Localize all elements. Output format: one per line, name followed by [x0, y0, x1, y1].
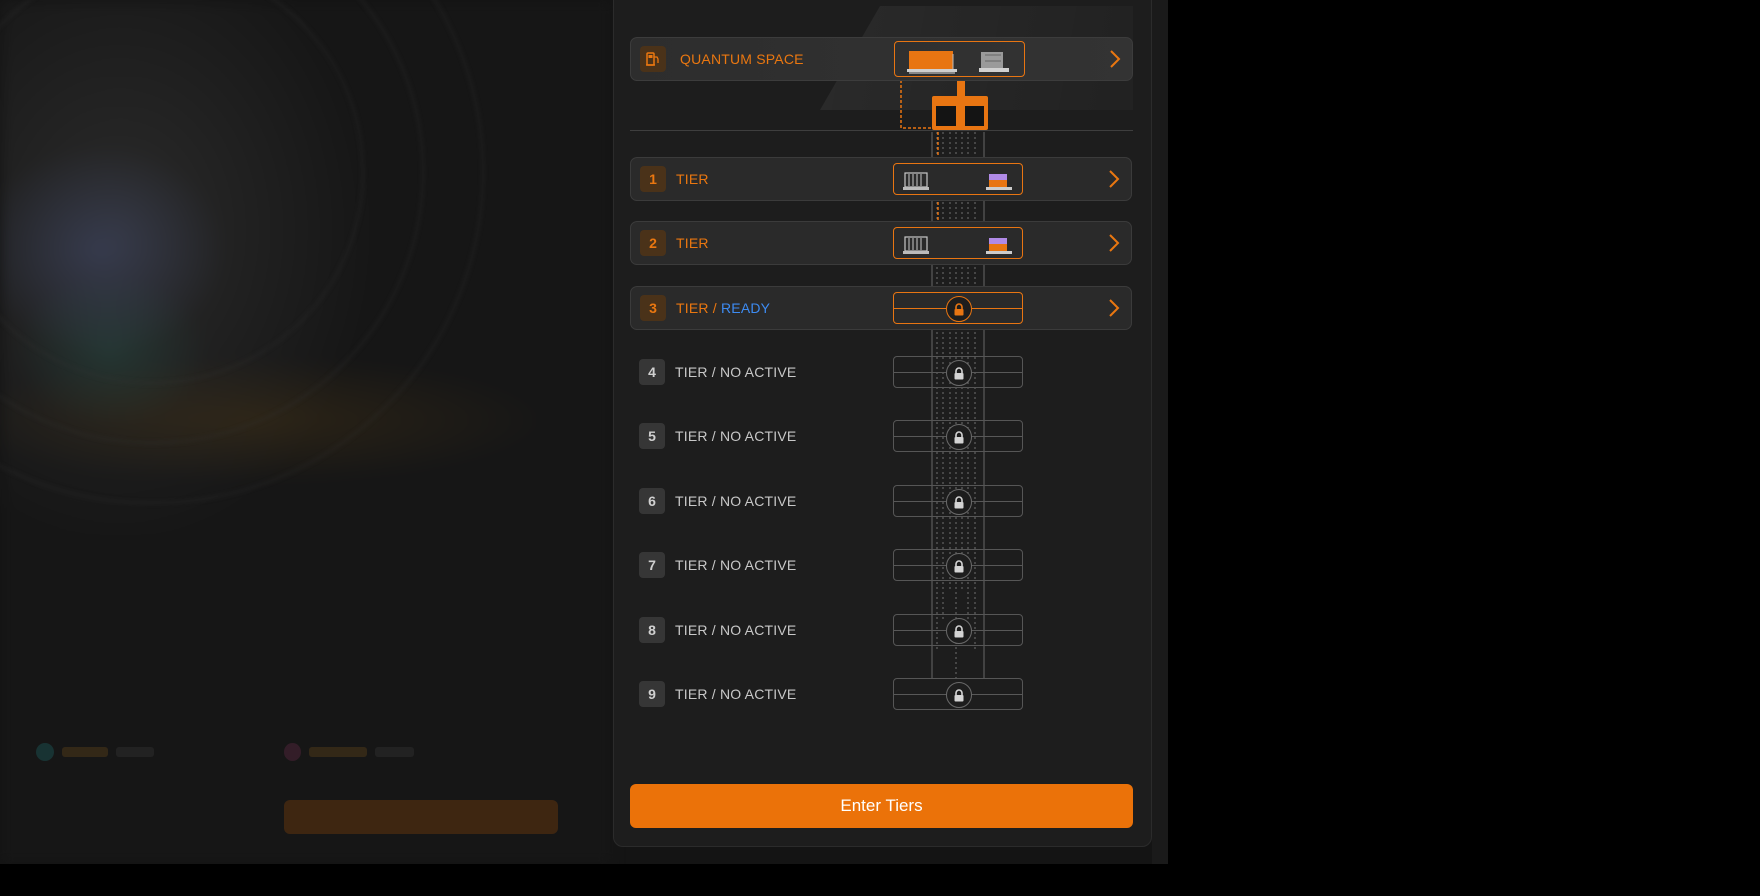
tier-slot-9	[893, 678, 1023, 710]
slot-rail	[972, 436, 1022, 437]
lock-icon	[946, 296, 972, 322]
chevron-right-icon[interactable]	[1103, 297, 1125, 319]
slot-rail	[972, 565, 1022, 566]
lock-icon	[946, 360, 972, 386]
tier-row-6: 6 TIER / NO ACTIVE	[630, 479, 1132, 523]
tier-slot-3	[893, 292, 1023, 324]
slot-rail	[894, 565, 946, 566]
tier-number-badge: 2	[640, 230, 666, 256]
enter-tiers-button[interactable]: Enter Tiers	[630, 784, 1133, 828]
quantum-space-row[interactable]: QUANTUM SPACE	[630, 37, 1133, 81]
tier-slot-1	[893, 163, 1023, 195]
tier-label: TIER / NO ACTIVE	[675, 622, 797, 638]
slot-rail	[972, 630, 1022, 631]
tier-label: TIER / NO ACTIVE	[675, 364, 797, 380]
slot-rail	[894, 501, 946, 502]
tier-label: TIER / NO ACTIVE	[675, 686, 797, 702]
tier-label: TIER / NO ACTIVE	[675, 493, 797, 509]
tier-row-7: 7 TIER / NO ACTIVE	[630, 543, 1132, 587]
slot-rail	[894, 308, 946, 309]
lock-icon	[946, 682, 972, 708]
tier-number-badge: 9	[639, 681, 665, 707]
lock-icon	[946, 618, 972, 644]
tier-slot-5	[893, 420, 1023, 452]
chevron-right-icon[interactable]	[1103, 232, 1125, 254]
tier-slot-8	[893, 614, 1023, 646]
tier-slot-7	[893, 549, 1023, 581]
tier-number-badge: 7	[639, 552, 665, 578]
slot-rail	[894, 694, 946, 695]
tier-slot-6	[893, 485, 1023, 517]
chevron-right-icon[interactable]	[1104, 48, 1126, 70]
lock-icon	[946, 424, 972, 450]
tier-row-3[interactable]: 3 TIER / READY	[630, 286, 1132, 330]
slot-rail	[972, 694, 1022, 695]
tier-label: TIER / NO ACTIVE	[675, 428, 797, 444]
fuel-pump-icon	[640, 46, 666, 72]
tier-slot-2	[893, 227, 1023, 259]
tier-label: TIER	[676, 171, 709, 187]
tier-row-1[interactable]: 1 TIER	[630, 157, 1132, 201]
tier-row-5: 5 TIER / NO ACTIVE	[630, 414, 1132, 458]
tier-row-9: 9 TIER / NO ACTIVE	[630, 672, 1132, 716]
tier-number-badge: 3	[640, 295, 666, 321]
slot-rail	[894, 372, 946, 373]
tier-number-badge: 6	[639, 488, 665, 514]
lock-icon	[946, 553, 972, 579]
tier-row-2[interactable]: 2 TIER	[630, 221, 1132, 265]
tier-label: TIER / READY	[676, 300, 771, 316]
tier-number-badge: 8	[639, 617, 665, 643]
tier-number-badge: 5	[639, 423, 665, 449]
quantum-slot	[894, 41, 1025, 77]
slot-rail	[894, 436, 946, 437]
tier-label: TIER / NO ACTIVE	[675, 557, 797, 573]
tier-label: TIER	[676, 235, 709, 251]
slot-rail	[972, 501, 1022, 502]
tier-number-badge: 4	[639, 359, 665, 385]
tier-number-badge: 1	[640, 166, 666, 192]
tier-row-4: 4 TIER / NO ACTIVE	[630, 350, 1132, 394]
tier-row-8: 8 TIER / NO ACTIVE	[630, 608, 1132, 652]
slot-rail	[894, 630, 946, 631]
tier-status-ready: READY	[720, 300, 771, 316]
slot-rail	[972, 372, 1022, 373]
quantum-space-label: QUANTUM SPACE	[680, 51, 804, 67]
slot-rail	[972, 308, 1022, 309]
lock-icon	[946, 489, 972, 515]
tier-slot-4	[893, 356, 1023, 388]
chevron-right-icon[interactable]	[1103, 168, 1125, 190]
